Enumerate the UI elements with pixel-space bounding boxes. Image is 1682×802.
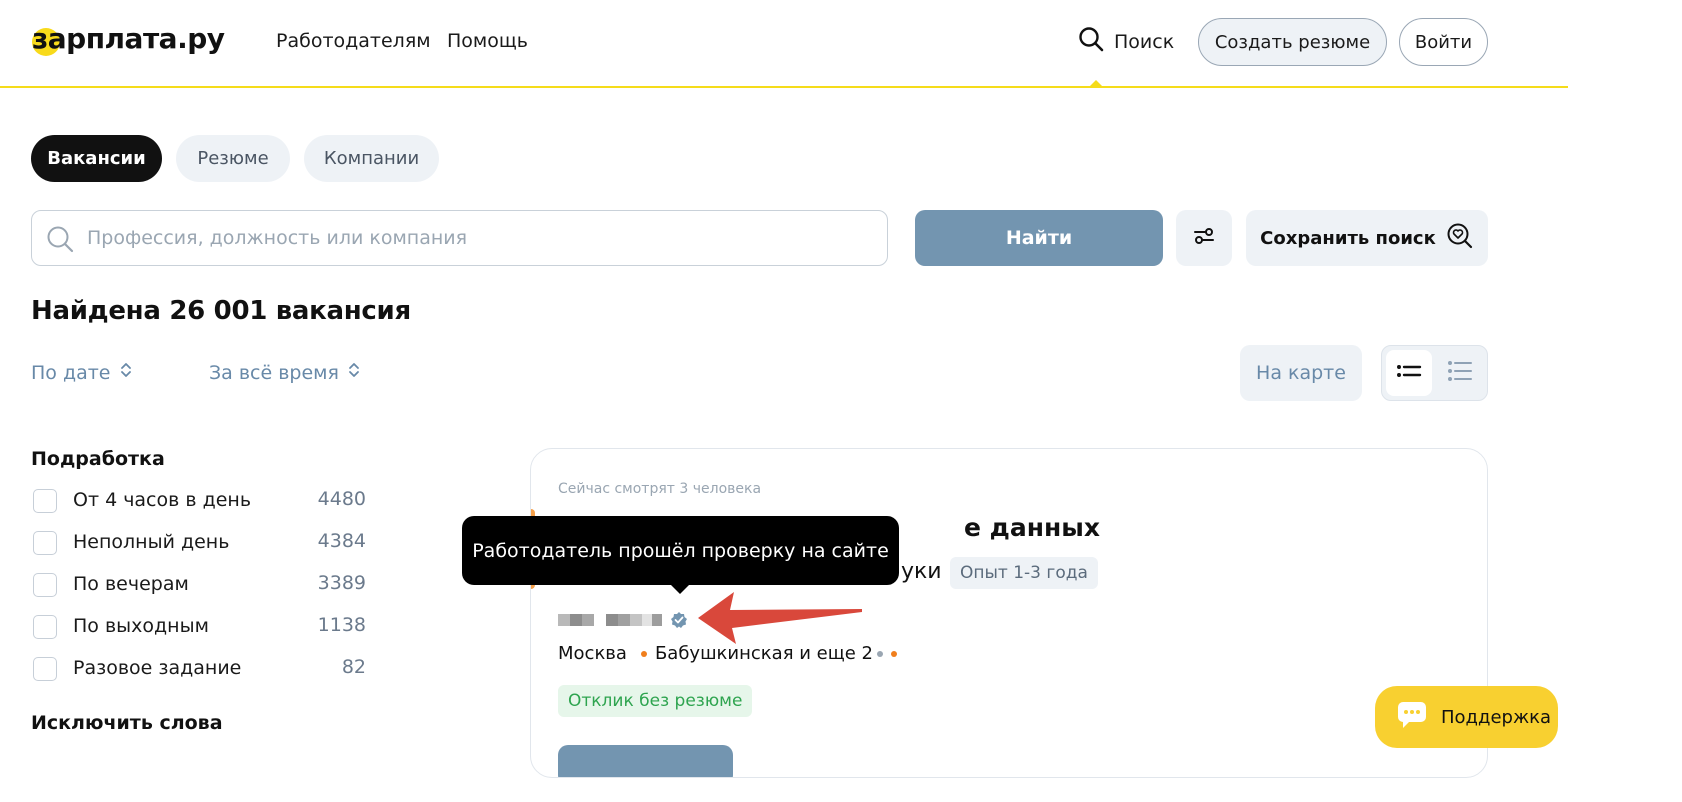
blurred-text: [642, 614, 652, 626]
filter-checkbox[interactable]: [33, 531, 57, 555]
metro-line-dot: [890, 650, 897, 657]
site-logo[interactable]: зарплата.ру: [32, 22, 225, 56]
map-button[interactable]: На карте: [1240, 345, 1362, 401]
nav-help-link[interactable]: Помощь: [447, 30, 528, 52]
filter-count: 1138: [317, 614, 366, 636]
create-resume-button[interactable]: Создать резюме: [1198, 18, 1387, 66]
verified-badge-icon[interactable]: [670, 611, 688, 629]
filter-option[interactable]: По выходным 1138: [33, 612, 366, 642]
period-dropdown[interactable]: За всё время: [209, 360, 361, 385]
active-nav-marker: [1089, 80, 1103, 87]
blurred-text: [570, 614, 582, 626]
search-input[interactable]: [87, 211, 867, 265]
vacancy-card[interactable]: Сейчас смотрят 3 человека е данных уки О…: [530, 448, 1488, 778]
filter-label: По вечерам: [73, 573, 189, 595]
filter-checkbox[interactable]: [33, 615, 57, 639]
vacancy-salary: уки: [901, 559, 942, 584]
search-field[interactable]: [31, 210, 888, 266]
filters-icon: [1192, 224, 1216, 252]
results-count-title: Найдена 26 001 вакансия: [31, 296, 411, 326]
support-label: Поддержка: [1441, 706, 1552, 728]
filter-option[interactable]: От 4 часов в день 4480: [33, 486, 366, 516]
find-button[interactable]: Найти: [915, 210, 1163, 266]
view-mode-toggle: [1381, 345, 1488, 401]
list-icon: [1396, 361, 1422, 385]
filter-label: Разовое задание: [73, 657, 242, 679]
exclude-words-title: Исключить слова: [31, 712, 223, 734]
header-search-link[interactable]: Поиск: [1078, 26, 1174, 57]
company-name-blurred[interactable]: [558, 611, 688, 629]
nav-employers-link[interactable]: Работодателям: [276, 30, 431, 52]
filter-count: 3389: [317, 572, 366, 594]
tab-companies[interactable]: Компании: [304, 135, 439, 182]
tab-vacancies[interactable]: Вакансии: [31, 135, 162, 182]
search-icon: [1078, 26, 1104, 57]
blurred-text: [618, 614, 630, 626]
logo-text: зарплата.ру: [32, 22, 225, 55]
blurred-text: [582, 614, 594, 626]
support-chat-button[interactable]: Поддержка: [1375, 686, 1558, 748]
site-header: зарплата.ру Работодателям Помощь Поиск С…: [0, 0, 1568, 88]
save-search-label: Сохранить поиск: [1260, 227, 1436, 249]
tab-resumes[interactable]: Резюме: [176, 135, 290, 182]
filter-checkbox[interactable]: [33, 657, 57, 681]
view-detailed-list-button[interactable]: [1437, 350, 1483, 396]
chevron-updown-icon: [119, 360, 133, 385]
filter-label: Неполный день: [73, 531, 230, 553]
filter-option[interactable]: Разовое задание 82: [33, 654, 366, 684]
tooltip-arrow: [670, 584, 690, 594]
heart-search-icon: [1446, 222, 1474, 255]
experience-badge: Опыт 1-3 года: [950, 557, 1098, 589]
view-compact-list-button[interactable]: [1386, 350, 1432, 396]
filters-button[interactable]: [1176, 210, 1232, 266]
sort-by-label: По дате: [31, 361, 111, 384]
chevron-updown-icon: [347, 360, 361, 385]
header-search-label: Поиск: [1114, 30, 1175, 53]
city-label: Москва: [558, 643, 627, 664]
blurred-text: [652, 614, 662, 626]
login-button[interactable]: Войти: [1399, 18, 1488, 66]
save-search-button[interactable]: Сохранить поиск: [1246, 210, 1488, 266]
metro-line-dot: [640, 650, 647, 657]
filter-count: 82: [341, 656, 366, 678]
filter-checkbox[interactable]: [33, 573, 57, 597]
blurred-text: [558, 614, 570, 626]
period-label: За всё время: [209, 361, 339, 384]
filter-label: От 4 часов в день: [73, 489, 252, 511]
chat-bubble-icon: [1397, 701, 1427, 734]
sort-by-date-dropdown[interactable]: По дате: [31, 360, 133, 385]
filter-label: По выходным: [73, 615, 209, 637]
filter-option[interactable]: Неполный день 4384: [33, 528, 366, 558]
filter-option[interactable]: По вечерам 3389: [33, 570, 366, 600]
detailed-list-icon: [1447, 359, 1473, 387]
filter-count: 4480: [317, 488, 366, 510]
filter-checkbox[interactable]: [33, 489, 57, 513]
vacancy-title[interactable]: е данных: [964, 513, 1100, 542]
metro-line-dot: [876, 650, 883, 657]
search-icon: [46, 225, 74, 257]
verified-tooltip: Работодатель прошёл проверку на сайте: [462, 516, 899, 585]
respond-button[interactable]: [558, 745, 733, 777]
blurred-text: [606, 614, 618, 626]
no-resume-badge: Отклик без резюме: [558, 685, 753, 717]
viewers-count: Сейчас смотрят 3 человека: [558, 481, 762, 497]
filter-section-title: Подработка: [31, 448, 165, 470]
blurred-text: [630, 614, 642, 626]
filter-count: 4384: [317, 530, 366, 552]
annotation-arrow-icon: [690, 588, 866, 652]
